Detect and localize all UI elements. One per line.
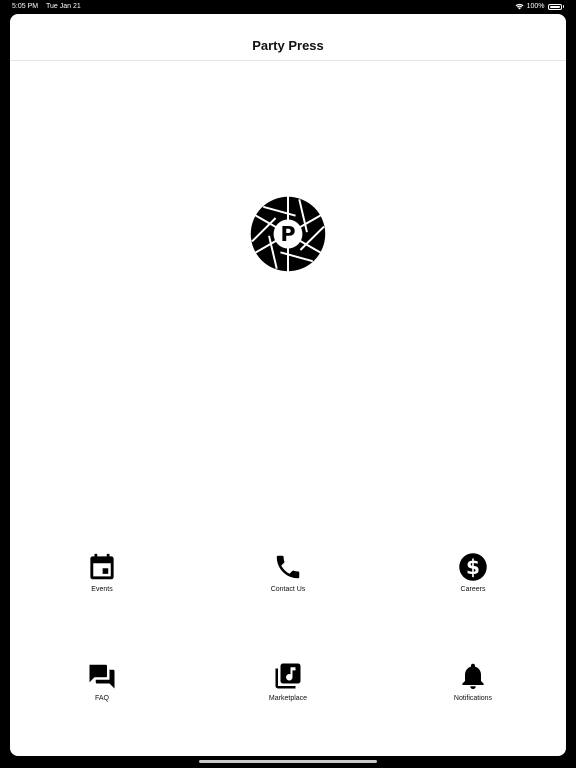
status-date: Tue Jan 21 bbox=[46, 3, 81, 10]
calendar-icon bbox=[90, 553, 114, 580]
aperture-logo-icon: P bbox=[250, 196, 326, 272]
page-title: Party Press bbox=[252, 37, 324, 53]
marketplace-label: Marketplace bbox=[268, 695, 308, 702]
home-indicator[interactable] bbox=[199, 760, 377, 763]
battery-icon bbox=[547, 3, 562, 10]
status-indicators: 100% bbox=[515, 0, 564, 13]
bell-icon bbox=[462, 663, 484, 689]
chat-bubbles-icon bbox=[89, 664, 115, 689]
contact-us-label: Contact Us bbox=[270, 586, 306, 593]
logo-letter: P bbox=[280, 222, 295, 246]
status-time: 5:05 PM bbox=[12, 3, 39, 10]
events-button[interactable]: Events bbox=[47, 552, 157, 612]
marketplace-button[interactable]: Marketplace bbox=[233, 661, 343, 721]
faq-label: FAQ bbox=[94, 695, 109, 702]
contact-us-button[interactable]: Contact Us bbox=[233, 552, 343, 612]
battery-percent: 100% bbox=[526, 3, 545, 10]
careers-label: Careers bbox=[460, 586, 486, 593]
events-label: Events bbox=[91, 586, 113, 593]
wifi-icon bbox=[515, 3, 524, 10]
status-bar: 5:05 PM Tue Jan 21 100% bbox=[0, 0, 576, 13]
phone-icon bbox=[276, 555, 300, 579]
notifications-label: Notifications bbox=[453, 695, 493, 702]
notifications-button[interactable]: Notifications bbox=[418, 661, 528, 721]
app-sheet: Party Press P Events Contact Us $ Career… bbox=[10, 14, 566, 756]
careers-button[interactable]: $ Careers bbox=[418, 552, 528, 612]
music-library-icon bbox=[275, 663, 301, 689]
nav-bar: Party Press bbox=[10, 14, 566, 61]
svg-text:$: $ bbox=[466, 555, 480, 579]
dollar-circle-icon: $ bbox=[459, 553, 487, 581]
faq-button[interactable]: FAQ bbox=[47, 661, 157, 721]
